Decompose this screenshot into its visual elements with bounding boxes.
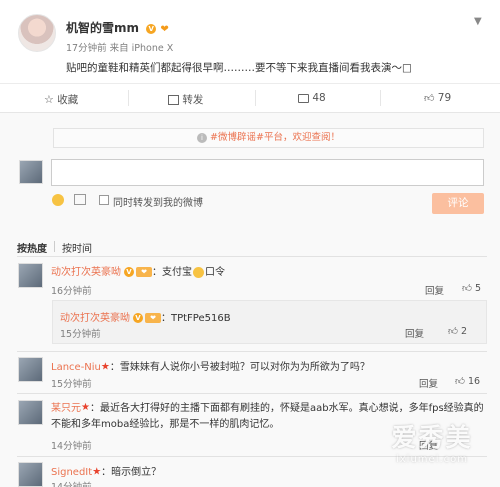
comment-text: ：暗示倒立？ <box>101 467 162 478</box>
comment-time: 14分钟前 <box>51 479 92 487</box>
notice-text: #微博辟谣#平台，欢迎查阅！ <box>210 132 340 143</box>
comment-time: 15分钟前 <box>51 379 92 390</box>
divider <box>255 90 256 106</box>
comment-time: 14分钟前 <box>51 441 92 452</box>
reply-button[interactable]: 回复 <box>405 326 424 340</box>
post-meta: 17分钟前 来自 iPhone X <box>66 43 174 54</box>
submit-comment-button[interactable]: 评论 <box>432 193 484 214</box>
divider <box>0 83 500 84</box>
commenter-name[interactable]: 动次打次英豪呦 <box>51 267 121 278</box>
sort-by-hot-tab[interactable]: 按热度 <box>17 240 47 255</box>
emoji-icon[interactable] <box>52 194 64 206</box>
heart-level-icon: ❤ <box>160 24 169 35</box>
nested-comment-line: 动次打次英豪呦 V ❤ ：TPtFPe516B <box>60 309 231 324</box>
divider <box>17 393 487 394</box>
comment-like-button[interactable]: 👍︎ 16 <box>455 375 480 387</box>
reply-button[interactable]: 回复 <box>425 283 444 297</box>
comment-like-count: 2 <box>460 326 468 337</box>
repost-checkbox-label: 同时转发到我的微博 <box>113 198 203 209</box>
star-icon: ★ <box>92 466 102 478</box>
divider <box>17 256 487 257</box>
comment-time: 15分钟前 <box>60 329 101 340</box>
image-icon[interactable] <box>74 194 86 205</box>
comment-text: ：TPtFPe516B <box>161 313 231 324</box>
commenter-name[interactable]: SignedIt <box>51 467 92 478</box>
post-menu-chevron-down-icon[interactable]: ▼ <box>474 16 482 27</box>
commenter-avatar[interactable] <box>18 357 43 382</box>
repost-label: 转发 <box>182 94 204 106</box>
verified-badge-icon: V <box>133 313 143 323</box>
verified-badge-icon: V <box>146 23 157 34</box>
post-text: 贴吧的童鞋和精英们都起得很早啊………要不等下来我直播间看我表演～□ <box>66 62 412 74</box>
member-level-icon: ❤ <box>145 313 161 323</box>
my-avatar <box>19 160 43 184</box>
comment-text-suffix: 口令 <box>205 267 225 278</box>
comment-line: 动次打次英豪呦 V ❤ ：支付宝 口令 <box>51 263 225 278</box>
thumbs-up-icon: 👍︎ <box>455 376 465 387</box>
star-icon: ★ <box>81 402 90 413</box>
verified-badge-icon: V <box>124 267 134 277</box>
watermark-text: 爱秀美 <box>391 423 473 452</box>
commenter-name[interactable]: Lance-Niu <box>51 362 101 373</box>
divider <box>380 90 381 106</box>
favorite-label: 收藏 <box>57 94 79 106</box>
commenter-avatar[interactable] <box>18 400 43 425</box>
reply-button[interactable]: 回复 <box>419 376 438 390</box>
divider <box>54 241 55 252</box>
thumbs-up-icon: 👍︎ <box>424 93 435 104</box>
comment-text: ：雪妹妹有人说你小号被封啦？可以对你为为所欲为了吗？ <box>109 362 370 373</box>
comment-time: 16分钟前 <box>51 286 92 297</box>
comment-count: 48 <box>312 92 326 104</box>
thumbs-up-icon: 👍︎ <box>462 283 472 294</box>
like-button[interactable]: 👍︎ 79 <box>424 92 451 104</box>
favorite-button[interactable]: ☆ 收藏 <box>44 92 78 107</box>
comment-like-button[interactable]: 👍︎ 5 <box>462 282 481 294</box>
comment-line: SignedIt★：暗示倒立？ <box>51 463 162 479</box>
repost-button[interactable]: 转发 <box>168 92 203 107</box>
author-name-row: 机智的雪mm V ❤ <box>66 19 169 36</box>
comment-like-count: 16 <box>467 376 481 387</box>
divider <box>17 351 487 352</box>
author-avatar[interactable] <box>18 14 56 52</box>
author-name[interactable]: 机智的雪mm <box>66 21 139 35</box>
star-outline-icon: ☆ <box>44 93 54 106</box>
commenter-avatar[interactable] <box>18 462 43 487</box>
divider <box>128 90 129 106</box>
watermark-url: ixiumei.com <box>395 454 469 465</box>
comment-input[interactable] <box>51 159 484 186</box>
sort-by-time-tab[interactable]: 按时间 <box>62 240 92 255</box>
smile-emoji-icon <box>193 266 204 278</box>
comment-like-button[interactable]: 👍︎ 2 <box>448 325 467 337</box>
commenter-name[interactable]: 动次打次英豪呦 <box>60 313 130 324</box>
comment-text: ：支付宝 <box>152 267 192 278</box>
repost-icon <box>168 95 179 105</box>
comment-line: Lance-Niu★：雪妹妹有人说你小号被封啦？可以对你为为所欲为了吗？ <box>51 358 370 374</box>
star-icon: ★ <box>100 361 110 373</box>
notice-banner[interactable]: i #微博辟谣#平台，欢迎查阅！ <box>53 128 484 148</box>
comment-icon <box>298 93 309 103</box>
watermark: 爱秀美 ixiumei.com <box>372 418 492 465</box>
comment-button[interactable]: 48 <box>298 92 326 104</box>
thumbs-up-icon: 👍︎ <box>448 326 458 337</box>
like-count: 79 <box>437 92 452 104</box>
repost-checkbox[interactable] <box>99 195 109 205</box>
commenter-avatar[interactable] <box>18 263 43 288</box>
commenter-name[interactable]: 某只元 <box>51 403 81 414</box>
info-icon: i <box>197 132 208 143</box>
comment-like-count: 5 <box>474 283 482 294</box>
member-level-icon: ❤ <box>136 267 152 277</box>
